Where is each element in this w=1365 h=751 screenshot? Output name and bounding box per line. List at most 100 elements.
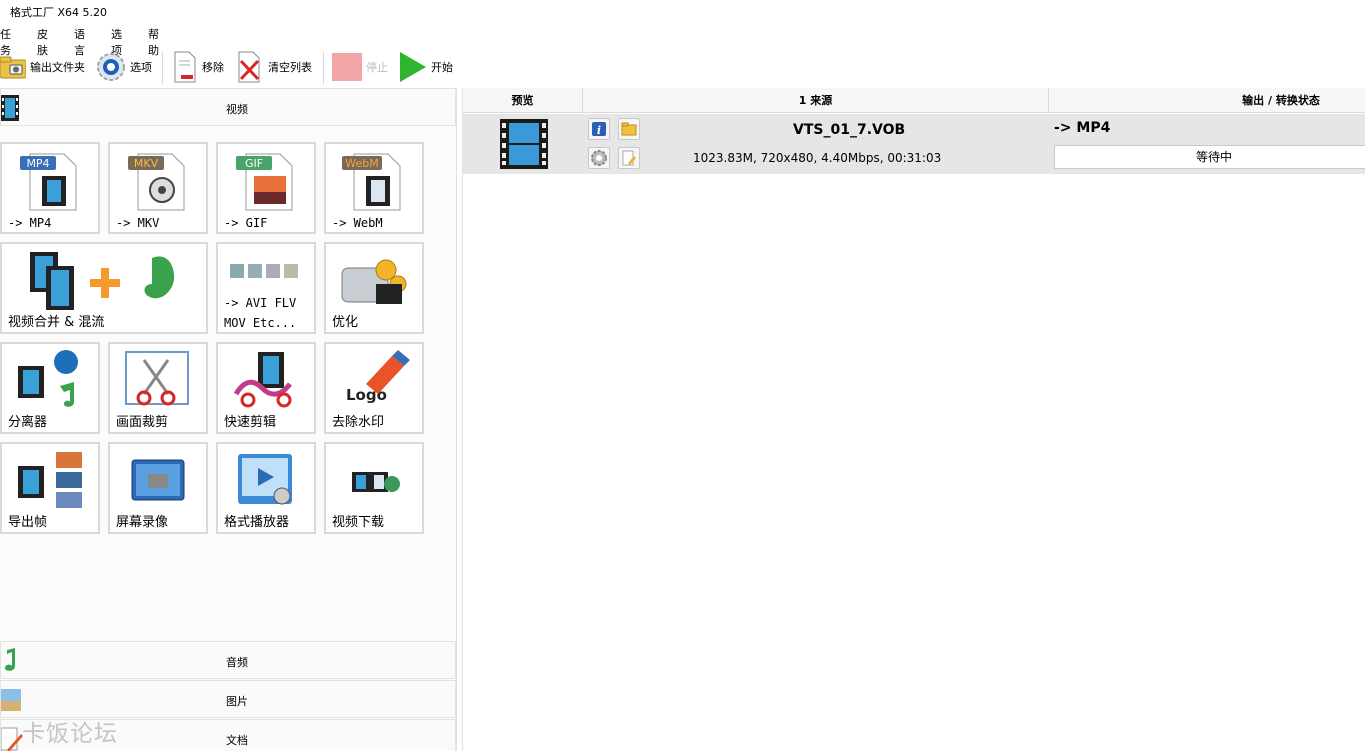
settings-button[interactable] bbox=[588, 147, 610, 169]
mkv-file-icon: MKV bbox=[128, 153, 185, 211]
conversion-status-text: 等待中 bbox=[1195, 150, 1232, 164]
mkv-badge: MKV bbox=[134, 157, 159, 170]
stop-button[interactable]: 停止 bbox=[332, 48, 388, 86]
svg-text:i: i bbox=[597, 124, 601, 137]
folder-icon bbox=[621, 122, 637, 136]
options-label: 选项 bbox=[130, 61, 152, 74]
toolbar-separator bbox=[323, 52, 324, 84]
task-list-header: 预览 1 来源 输出 / 转换状态 bbox=[463, 88, 1365, 113]
screen-record-icon bbox=[131, 459, 185, 501]
tile-to-mp4[interactable]: MP4 -> MP4 bbox=[0, 142, 100, 234]
tile-label: -> MKV bbox=[116, 216, 160, 230]
tile-to-gif[interactable]: GIF -> GIF bbox=[216, 142, 316, 234]
clear-list-button[interactable]: 清空列表 bbox=[236, 48, 312, 86]
tile-to-mkv[interactable]: MKV -> MKV bbox=[108, 142, 208, 234]
webm-file-icon: WebM bbox=[342, 153, 401, 211]
tile-to-avi-flv-mov[interactable]: -> AVI FLV MOV Etc... bbox=[216, 242, 316, 334]
table-row[interactable]: i VTS_01_7.VOB 1023.83M, 720x480, 4.40Mb… bbox=[463, 114, 1365, 174]
mp4-badge: MP4 bbox=[26, 157, 49, 170]
window-title: 格式工厂 X64 5.20 bbox=[10, 6, 108, 19]
stop-icon bbox=[332, 53, 362, 81]
tile-quick-clip[interactable]: 快速剪辑 bbox=[216, 342, 316, 434]
clear-list-label: 清空列表 bbox=[268, 61, 312, 74]
remove-label: 移除 bbox=[202, 61, 224, 74]
clear-list-icon bbox=[238, 51, 260, 83]
tile-video-merge[interactable]: 视频合并 & 混流 bbox=[0, 242, 208, 334]
category-video-label: 视频 bbox=[226, 103, 248, 116]
tile-export-frames[interactable]: 导出帧 bbox=[0, 442, 100, 534]
tile-crop[interactable]: 画面裁剪 bbox=[108, 342, 208, 434]
info-icon: i bbox=[592, 122, 606, 137]
output-folder-label: 输出文件夹 bbox=[30, 61, 85, 74]
remove-document-icon bbox=[174, 51, 196, 83]
tile-label: 视频下载 bbox=[332, 515, 385, 530]
tile-label: 屏幕录像 bbox=[116, 515, 169, 530]
tile-label: 优化 bbox=[332, 315, 359, 330]
tile-label: 视频合并 & 混流 bbox=[8, 315, 105, 330]
tile-screen-record[interactable]: 屏幕录像 bbox=[108, 442, 208, 534]
function-panel: 视频 MP4 -> MP4 MKV -> MKV GIF -> GIF WebM… bbox=[0, 88, 457, 751]
tile-video-download[interactable]: 视频下载 bbox=[324, 442, 424, 534]
source-filename: VTS_01_7.VOB bbox=[793, 122, 906, 138]
tile-format-player[interactable]: 格式播放器 bbox=[216, 442, 316, 534]
gear-icon bbox=[97, 53, 125, 81]
play-icon bbox=[400, 52, 426, 82]
splitter-icon bbox=[18, 350, 78, 407]
tile-remove-watermark[interactable]: Logo 去除水印 bbox=[324, 342, 424, 434]
options-button[interactable]: 选项 bbox=[96, 48, 152, 86]
video-download-icon bbox=[352, 472, 400, 492]
conversion-status: 等待中 bbox=[1054, 145, 1365, 169]
export-frames-icon bbox=[18, 452, 82, 508]
category-image-label: 图片 bbox=[226, 695, 248, 708]
category-video[interactable]: 视频 bbox=[0, 88, 456, 126]
column-source[interactable]: 1 来源 bbox=[583, 88, 1049, 113]
output-folder-button[interactable]: 输出文件夹 bbox=[0, 48, 85, 86]
open-folder-button[interactable] bbox=[618, 118, 640, 140]
optimize-gears-icon bbox=[341, 259, 407, 304]
title-bar: 格式工厂 X64 5.20 bbox=[0, 0, 1365, 22]
tile-label: 画面裁剪 bbox=[116, 415, 169, 430]
gif-file-icon: GIF bbox=[236, 153, 293, 211]
format-grid-icon bbox=[230, 264, 298, 278]
watermark: 卡饭论坛 bbox=[22, 721, 118, 747]
stop-label: 停止 bbox=[366, 61, 388, 74]
tile-label: 导出帧 bbox=[8, 515, 48, 530]
mp4-file-icon: MP4 bbox=[20, 153, 77, 211]
tile-label: 分离器 bbox=[8, 415, 48, 430]
category-image[interactable]: 图片 bbox=[0, 680, 456, 718]
output-format: -> MP4 bbox=[1054, 120, 1111, 136]
task-list: 预览 1 来源 输出 / 转换状态 i VTS_01_7.VOB 1023.83… bbox=[462, 88, 1365, 751]
start-label: 开始 bbox=[431, 61, 453, 74]
column-preview[interactable]: 预览 bbox=[463, 88, 583, 113]
tile-label: 格式播放器 bbox=[224, 515, 290, 530]
folder-camera-icon bbox=[0, 56, 26, 79]
tile-label-line2: MOV Etc... bbox=[224, 316, 297, 330]
scissors-crop-icon bbox=[125, 351, 189, 406]
start-button[interactable]: 开始 bbox=[399, 48, 453, 86]
edit-document-icon bbox=[622, 150, 636, 166]
eraser-logo-icon: Logo bbox=[346, 350, 410, 404]
tile-to-webm[interactable]: WebM -> WebM bbox=[324, 142, 424, 234]
tile-label: 去除水印 bbox=[332, 415, 385, 430]
tile-optimize[interactable]: 优化 bbox=[324, 242, 424, 334]
edit-button[interactable] bbox=[618, 147, 640, 169]
merge-icon bbox=[30, 252, 175, 310]
toolbar: 输出文件夹 选项 移除 清空列表 停止 开始 bbox=[0, 48, 1365, 86]
tile-label: -> MP4 bbox=[8, 216, 52, 230]
remove-button[interactable]: 移除 bbox=[172, 48, 224, 86]
tile-splitter[interactable]: 分离器 bbox=[0, 342, 100, 434]
tile-label: -> WebM bbox=[332, 216, 383, 230]
category-audio-label: 音频 bbox=[226, 656, 248, 669]
gear-icon bbox=[591, 150, 607, 166]
tile-label: 快速剪辑 bbox=[224, 415, 277, 430]
gif-badge: GIF bbox=[245, 157, 263, 170]
column-output-status[interactable]: 输出 / 转换状态 bbox=[1049, 88, 1365, 113]
tile-label: -> AVI FLV bbox=[224, 296, 297, 310]
info-button[interactable]: i bbox=[588, 118, 610, 140]
category-audio[interactable]: 音频 bbox=[0, 641, 456, 679]
film-thumbnail-icon bbox=[500, 119, 548, 169]
quick-clip-icon bbox=[233, 352, 292, 408]
webm-badge: WebM bbox=[345, 157, 378, 170]
player-icon bbox=[238, 454, 292, 505]
source-file-info: 1023.83M, 720x480, 4.40Mbps, 00:31:03 bbox=[693, 151, 942, 165]
